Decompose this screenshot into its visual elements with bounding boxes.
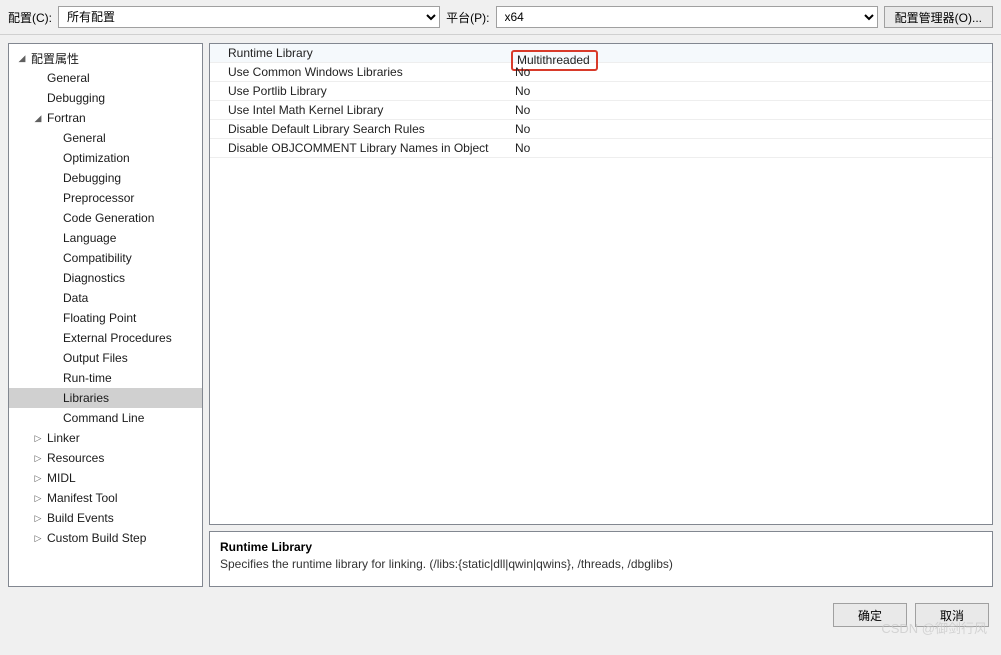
tree-item-label: Optimization [61, 151, 130, 165]
ok-button[interactable]: 确定 [833, 603, 907, 627]
tree-item-label: Compatibility [61, 251, 132, 265]
tree-item-label: External Procedures [61, 331, 172, 345]
tree-item-label: Data [61, 291, 88, 305]
tree-item-label: Diagnostics [61, 271, 125, 285]
tree-item-label: Run-time [61, 371, 112, 385]
tree-item-general[interactable]: ▷General [9, 128, 202, 148]
tree-item-code-generation[interactable]: ▷Code Generation [9, 208, 202, 228]
tree-item-label: Command Line [61, 411, 144, 425]
tree-item-manifest-tool[interactable]: ▷Manifest Tool [9, 488, 202, 508]
tree-item-label: Debugging [61, 171, 121, 185]
tree-item-label: Linker [45, 431, 80, 445]
property-value[interactable]: No [515, 122, 992, 136]
property-label: Use Common Windows Libraries [210, 65, 515, 79]
tree-item-midl[interactable]: ▷MIDL [9, 468, 202, 488]
dialog-footer: 确定 取消 [0, 595, 1001, 627]
tree-item-label: Manifest Tool [45, 491, 117, 505]
tree-item-resources[interactable]: ▷Resources [9, 448, 202, 468]
tree-item-external-procedures[interactable]: ▷External Procedures [9, 328, 202, 348]
property-value[interactable]: No [515, 103, 992, 117]
property-row[interactable]: Disable OBJCOMMENT Library Names in Obje… [210, 139, 992, 158]
config-select[interactable]: 所有配置 [58, 6, 440, 28]
platform-select[interactable]: x64 [496, 6, 878, 28]
tree-item-label: Fortran [45, 111, 86, 125]
property-row[interactable]: Use Intel Math Kernel LibraryNo [210, 101, 992, 120]
tree-item-custom-build-step[interactable]: ▷Custom Build Step [9, 528, 202, 548]
property-row[interactable]: Use Portlib LibraryNo [210, 82, 992, 101]
tree-item-label: General [61, 131, 106, 145]
tree-item-run-time[interactable]: ▷Run-time [9, 368, 202, 388]
tree-item-label: Preprocessor [61, 191, 134, 205]
property-row[interactable]: Runtime LibraryMultithreaded [210, 44, 992, 63]
tree-item-language[interactable]: ▷Language [9, 228, 202, 248]
tree-root[interactable]: ◢ 配置属性 [9, 48, 202, 68]
config-label: 配置(C): [8, 9, 52, 26]
tree-item-label: MIDL [45, 471, 76, 485]
property-label: Use Intel Math Kernel Library [210, 103, 515, 117]
property-label: Disable Default Library Search Rules [210, 122, 515, 136]
tree-item-diagnostics[interactable]: ▷Diagnostics [9, 268, 202, 288]
description-title: Runtime Library [220, 540, 982, 554]
tree-item-command-line[interactable]: ▷Command Line [9, 408, 202, 428]
tree-item-libraries[interactable]: ▷Libraries [9, 388, 202, 408]
tree-item-floating-point[interactable]: ▷Floating Point [9, 308, 202, 328]
tree-item-label: General [45, 71, 90, 85]
tree-item-preprocessor[interactable]: ▷Preprocessor [9, 188, 202, 208]
property-value[interactable]: No [515, 65, 992, 79]
caret-right-icon: ▷ [31, 513, 45, 524]
property-grid[interactable]: Runtime LibraryMultithreadedUse Common W… [209, 43, 993, 525]
caret-right-icon: ▷ [31, 493, 45, 504]
property-label: Runtime Library [210, 46, 515, 60]
tree-item-label: Debugging [45, 91, 105, 105]
tree-item-label: Output Files [61, 351, 128, 365]
tree-item-debugging[interactable]: ▷Debugging [9, 88, 202, 108]
tree-item-linker[interactable]: ▷Linker [9, 428, 202, 448]
tree-item-label: Custom Build Step [45, 531, 146, 545]
property-value[interactable]: No [515, 141, 992, 155]
property-label: Use Portlib Library [210, 84, 515, 98]
property-tree[interactable]: ◢ 配置属性 ▷General▷Debugging◢Fortran▷Genera… [8, 43, 203, 587]
caret-right-icon: ▷ [31, 453, 45, 464]
caret-right-icon: ▷ [31, 473, 45, 484]
platform-label: 平台(P): [446, 9, 489, 26]
property-row[interactable]: Disable Default Library Search RulesNo [210, 120, 992, 139]
caret-right-icon: ▷ [31, 533, 45, 544]
tree-item-optimization[interactable]: ▷Optimization [9, 148, 202, 168]
property-description: Runtime Library Specifies the runtime li… [209, 531, 993, 587]
property-row[interactable]: Use Common Windows LibrariesNo [210, 63, 992, 82]
tree-item-label: Language [61, 231, 116, 245]
tree-item-debugging[interactable]: ▷Debugging [9, 168, 202, 188]
tree-item-label: Code Generation [61, 211, 154, 225]
tree-item-data[interactable]: ▷Data [9, 288, 202, 308]
caret-down-icon: ◢ [31, 113, 45, 124]
tree-item-compatibility[interactable]: ▷Compatibility [9, 248, 202, 268]
tree-item-fortran[interactable]: ◢Fortran [9, 108, 202, 128]
tree-item-label: Build Events [45, 511, 114, 525]
cancel-button[interactable]: 取消 [915, 603, 989, 627]
caret-right-icon: ▷ [31, 433, 45, 444]
config-manager-button[interactable]: 配置管理器(O)... [884, 6, 993, 28]
tree-item-label: Floating Point [61, 311, 136, 325]
caret-down-icon: ◢ [15, 53, 29, 64]
property-label: Disable OBJCOMMENT Library Names in Obje… [210, 141, 515, 155]
config-toolbar: 配置(C): 所有配置 平台(P): x64 配置管理器(O)... [0, 0, 1001, 35]
description-text: Specifies the runtime library for linkin… [220, 557, 982, 571]
property-value[interactable]: No [515, 84, 992, 98]
tree-item-label: Resources [45, 451, 104, 465]
tree-item-label: Libraries [61, 391, 109, 405]
tree-item-output-files[interactable]: ▷Output Files [9, 348, 202, 368]
tree-item-build-events[interactable]: ▷Build Events [9, 508, 202, 528]
tree-item-general[interactable]: ▷General [9, 68, 202, 88]
